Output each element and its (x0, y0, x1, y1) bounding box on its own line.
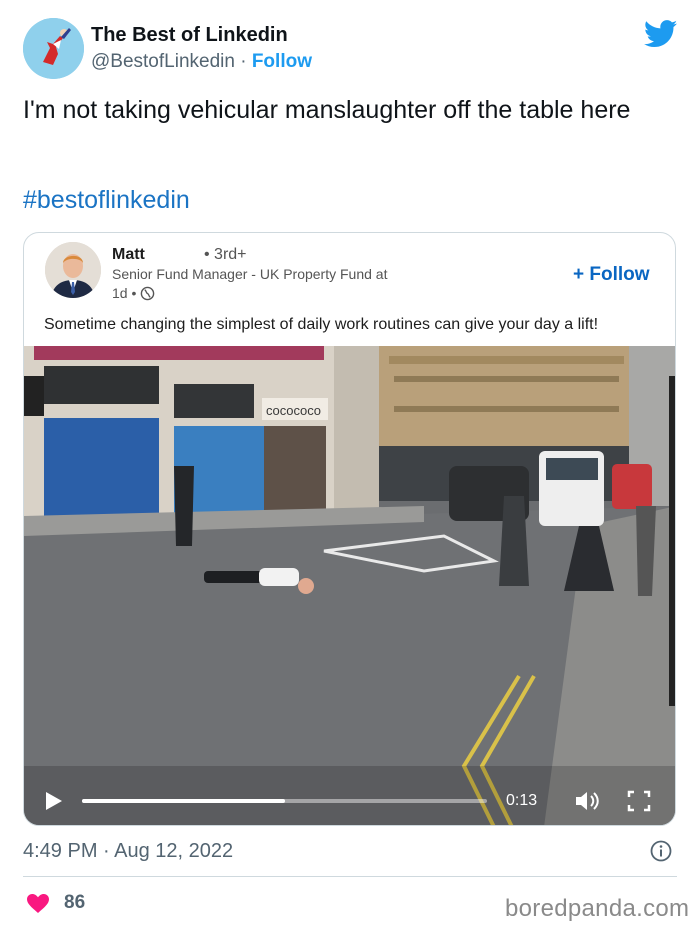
video-progress-fill (82, 799, 285, 803)
video-progress-bar[interactable] (82, 799, 487, 803)
volume-icon[interactable] (574, 789, 600, 813)
linkedin-author-title: Senior Fund Manager - UK Property Fund a… (112, 266, 388, 282)
author-name[interactable]: The Best of Linkedin (91, 24, 288, 47)
author-avatar[interactable] (23, 18, 84, 79)
watermark: boredpanda.com (505, 895, 690, 922)
linkedin-author-name[interactable]: Matt (112, 246, 145, 264)
connection-degree: • 3rd+ (204, 246, 247, 263)
linkedin-post-text: Sometime changing the simplest of daily … (44, 316, 599, 333)
globe-icon (141, 286, 155, 300)
tweet-timestamp[interactable]: 4:49 PM · Aug 12, 2022 (23, 840, 233, 863)
fullscreen-icon[interactable] (627, 790, 651, 812)
linkedin-follow-button[interactable]: + Follow (573, 264, 650, 286)
twitter-bird-icon[interactable] (644, 20, 678, 48)
linkedin-profile-photo[interactable] (45, 242, 101, 298)
tweet-text: I'm not taking vehicular manslaughter of… (23, 96, 631, 124)
shop-sign-text: cocococo (266, 403, 321, 418)
video-player[interactable]: cocococo 0:13 (24, 346, 675, 825)
info-icon[interactable] (650, 840, 672, 862)
video-frame: cocococo (24, 346, 675, 825)
hashtag-link[interactable]: #bestoflinkedin (23, 186, 190, 215)
embedded-linkedin-post[interactable]: Matt • 3rd+ Senior Fund Manager - UK Pro… (23, 232, 676, 826)
video-current-time: 0:13 (506, 792, 538, 809)
author-handle-row: @BestofLinkedin · Follow (91, 51, 312, 73)
divider (23, 876, 677, 877)
post-time-row: 1d • (112, 285, 155, 301)
author-handle[interactable]: @BestofLinkedin (91, 51, 235, 72)
play-icon[interactable] (45, 791, 63, 811)
tweet-card: The Best of Linkedin @BestofLinkedin · F… (0, 0, 700, 929)
video-controls: 0:13 (24, 776, 675, 825)
separator-dot: · (240, 51, 247, 72)
heart-icon[interactable] (26, 893, 50, 914)
follow-button[interactable]: Follow (252, 51, 312, 72)
post-time: 1d • (112, 285, 137, 301)
like-count[interactable]: 86 (64, 892, 85, 914)
